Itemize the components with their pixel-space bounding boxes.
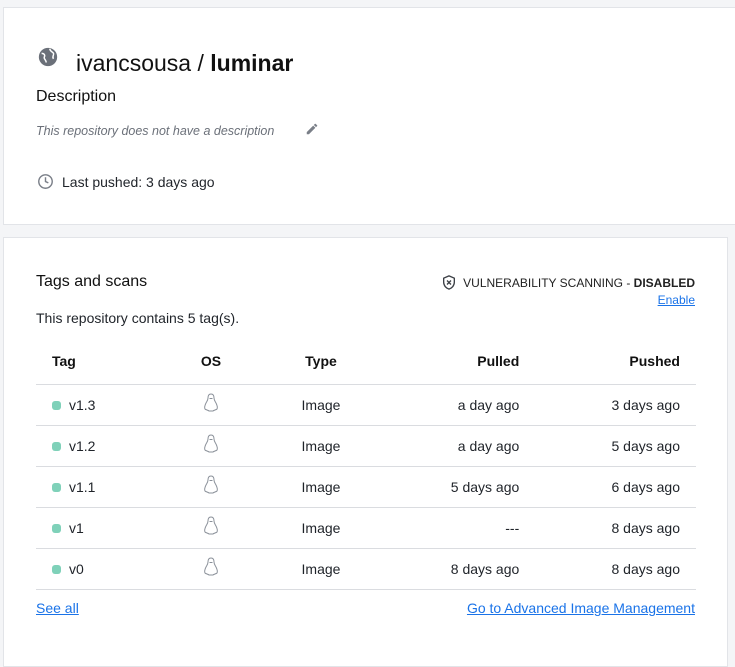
advanced-image-management-link[interactable]: Go to Advanced Image Management [467, 600, 695, 616]
column-type: Type [266, 338, 376, 385]
status-dot [52, 524, 61, 534]
globe-icon [38, 47, 58, 67]
edit-pencil-icon[interactable] [305, 122, 319, 136]
pulled-cell: a day ago [376, 425, 520, 467]
os-cell [156, 466, 266, 508]
column-pushed: Pushed [519, 338, 696, 385]
tag-count: This repository contains 5 tag(s). [36, 310, 240, 326]
tags-table: Tag OS Type Pulled Pushed v1.3 Image a d… [36, 338, 696, 590]
table-row[interactable]: v1 Image --- 8 days ago [36, 507, 696, 549]
os-cell [156, 548, 266, 590]
column-os: OS [156, 338, 266, 385]
table-row[interactable]: v1.2 Image a day ago 5 days ago [36, 425, 696, 467]
shield-x-icon [443, 275, 456, 290]
repository-info-card: ivancsousa / luminar Description This re… [3, 7, 735, 225]
type-cell: Image [266, 507, 376, 549]
table-row[interactable]: v1.1 Image 5 days ago 6 days ago [36, 466, 696, 508]
tags-heading: Tags and scans [36, 273, 148, 290]
os-cell [156, 425, 266, 467]
linux-icon [204, 516, 218, 535]
pushed-cell: 8 days ago [519, 548, 696, 590]
repository-title: ivancsousa / luminar [76, 50, 294, 76]
linux-icon [204, 557, 218, 576]
status-dot [52, 401, 61, 411]
tags-card: Tags and scans VULNERABILITY SCANNING - … [3, 237, 728, 667]
description-text: This repository does not have a descript… [36, 124, 275, 138]
tag-cell[interactable]: v1.3 [36, 384, 156, 426]
type-cell: Image [266, 548, 376, 590]
linux-icon [204, 434, 218, 453]
os-cell [156, 507, 266, 549]
status-dot [52, 565, 61, 575]
enable-scanning-link[interactable]: Enable [658, 293, 695, 307]
description-heading: Description [36, 88, 117, 105]
last-pushed: Last pushed: 3 days ago [62, 174, 215, 190]
table-row[interactable]: v0 Image 8 days ago 8 days ago [36, 548, 696, 590]
column-pulled: Pulled [376, 338, 520, 385]
pushed-cell: 6 days ago [519, 466, 696, 508]
tag-cell[interactable]: v1.2 [36, 425, 156, 467]
status-dot [52, 483, 61, 493]
status-dot [52, 442, 61, 452]
os-cell [156, 384, 266, 426]
pulled-cell: a day ago [376, 384, 520, 426]
tag-cell[interactable]: v1.1 [36, 466, 156, 508]
pushed-cell: 8 days ago [519, 507, 696, 549]
column-tag: Tag [36, 338, 156, 385]
linux-icon [204, 393, 218, 412]
pushed-cell: 5 days ago [519, 425, 696, 467]
tag-cell[interactable]: v0 [36, 548, 156, 590]
type-cell: Image [266, 384, 376, 426]
tag-cell[interactable]: v1 [36, 507, 156, 549]
table-row[interactable]: v1.3 Image a day ago 3 days ago [36, 384, 696, 426]
pulled-cell: 8 days ago [376, 548, 520, 590]
pulled-cell: --- [376, 507, 520, 549]
see-all-link[interactable]: See all [36, 600, 79, 616]
pulled-cell: 5 days ago [376, 466, 520, 508]
pushed-cell: 3 days ago [519, 384, 696, 426]
type-cell: Image [266, 425, 376, 467]
vulnerability-status: VULNERABILITY SCANNING - DISABLED [441, 274, 695, 291]
type-cell: Image [266, 466, 376, 508]
clock-icon [38, 174, 53, 189]
linux-icon [204, 475, 218, 494]
